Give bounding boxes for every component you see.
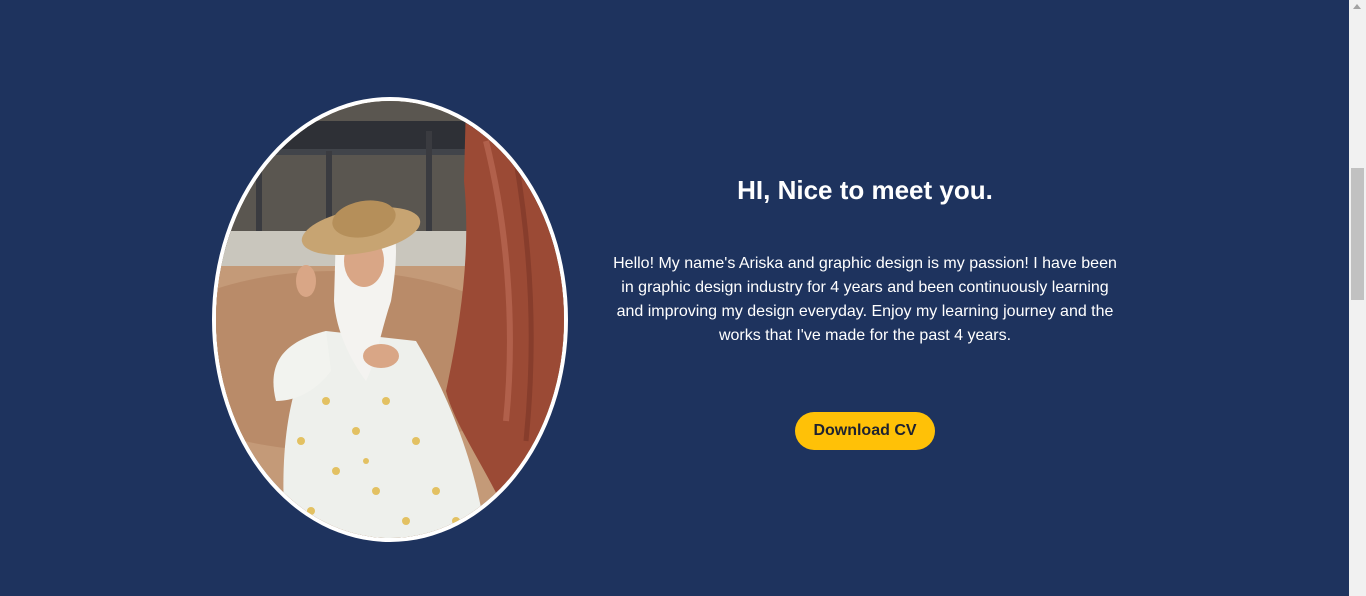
scrollbar-thumb[interactable] bbox=[1351, 168, 1364, 300]
portrait-illustration bbox=[216, 101, 564, 538]
profile-photo bbox=[212, 97, 568, 542]
intro-content: HI, Nice to meet you. Hello! My name's A… bbox=[600, 170, 1130, 450]
intro-paragraph: Hello! My name's Ariska and graphic desi… bbox=[613, 255, 1117, 344]
scroll-up-icon[interactable] bbox=[1353, 4, 1361, 9]
vertical-scrollbar[interactable] bbox=[1349, 0, 1366, 596]
hero-section: HI, Nice to meet you. Hello! My name's A… bbox=[0, 0, 1349, 596]
download-cv-button[interactable]: Download CV bbox=[795, 412, 935, 450]
page-title: HI, Nice to meet you. bbox=[737, 175, 993, 205]
